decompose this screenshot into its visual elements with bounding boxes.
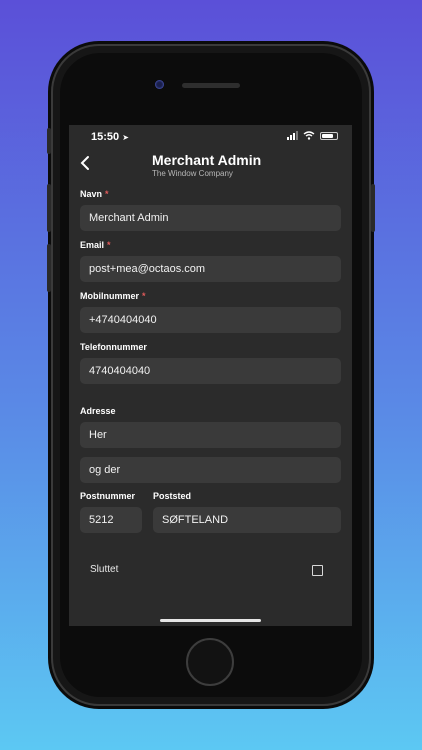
adresse-label: Adresse	[80, 406, 116, 416]
navn-label: Navn *	[80, 189, 109, 199]
status-icons	[287, 131, 338, 140]
merchant-form: Navn * Merchant Admin Email * post+mea@oct…	[69, 181, 352, 626]
signal-icon	[287, 131, 298, 140]
home-button[interactable]	[186, 638, 234, 686]
sluttet-label: Sluttet	[90, 564, 119, 575]
app-screen: 15:50 ➤ Merchant Admin The Window Compan…	[69, 125, 352, 626]
back-button[interactable]	[79, 155, 91, 175]
status-bar: 15:50 ➤	[69, 125, 352, 149]
volume-down-button	[47, 244, 51, 292]
page-title: Merchant Admin	[152, 152, 262, 168]
battery-icon	[320, 131, 338, 140]
navigation-bar: Merchant Admin The Window Company	[69, 149, 352, 181]
telefonnummer-label: Telefonnummer	[80, 342, 147, 352]
sluttet-checkbox[interactable]	[312, 565, 323, 576]
poststed-label: Poststed	[153, 491, 192, 501]
mute-switch	[47, 128, 51, 154]
poststed-input[interactable]: SØFTELAND	[153, 507, 341, 533]
adresse-line2-input[interactable]: og der	[80, 457, 341, 483]
postnummer-input[interactable]: 5212	[80, 507, 142, 533]
mobilnummer-input[interactable]: +4740404040	[80, 307, 341, 333]
home-indicator	[160, 619, 261, 622]
adresse-line1-input[interactable]: Her	[80, 422, 341, 448]
mobilnummer-label: Mobilnummer *	[80, 291, 146, 301]
postnummer-label: Postnummer	[80, 491, 136, 501]
navn-input[interactable]: Merchant Admin	[80, 205, 341, 231]
chevron-left-icon	[80, 156, 89, 170]
volume-up-button	[47, 184, 51, 232]
front-camera	[155, 80, 164, 89]
location-arrow-icon: ➤	[122, 133, 129, 142]
earpiece-speaker	[182, 83, 240, 88]
email-input[interactable]: post+mea@octaos.com	[80, 256, 341, 282]
page-subtitle: The Window Company	[152, 169, 233, 178]
email-label: Email *	[80, 240, 111, 250]
wifi-icon	[303, 131, 315, 140]
telefonnummer-input[interactable]: 4740404040	[80, 358, 341, 384]
power-button	[371, 184, 375, 232]
status-time: 15:50 ➤	[91, 131, 129, 143]
